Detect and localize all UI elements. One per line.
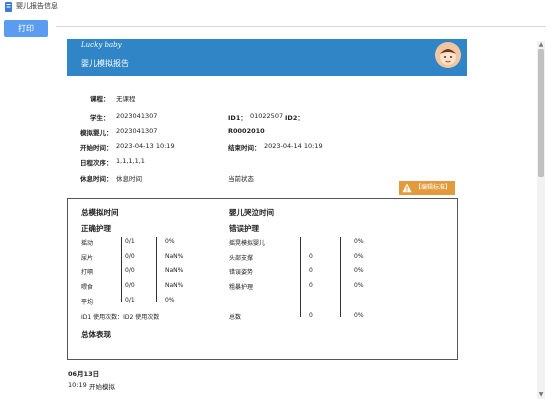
wrong-care-title: 错误护理 [229, 224, 259, 233]
student-value: 2023041307 [116, 112, 158, 120]
correct-row-count: 0/0 [125, 253, 135, 260]
total-time-title: 总模拟时间 [81, 208, 119, 217]
correct-row-pct: NaN% [165, 267, 184, 274]
baby-label: 模拟婴儿： [80, 129, 113, 137]
schedule-value: 1,1,1,1,1 [116, 157, 145, 165]
total-pct: 0% [354, 312, 364, 319]
rest-value: 休息时间 [116, 175, 142, 183]
log-entry-time: 10:19 [68, 381, 87, 389]
correct-row-name: 打嗝 [81, 269, 94, 276]
vertical-scrollbar[interactable]: ▲ ▼ [537, 41, 545, 399]
baby-value: 2023041307 [116, 127, 158, 135]
correct-row-name: 喂食 [81, 284, 94, 291]
correct-divider-2 [156, 237, 157, 302]
baby-code: R0002010 [228, 127, 265, 135]
wrong-row-name: 粗暴护理 [229, 284, 254, 291]
correct-row-pct: 0% [165, 297, 175, 304]
schedule-label: 日程次序： [80, 159, 113, 167]
correct-row-count: 0/0 [125, 282, 135, 289]
correct-care-title: 正确护理 [81, 224, 111, 233]
end-label: 结束时间： [228, 144, 261, 152]
cry-time-title: 婴儿哭泣时间 [229, 208, 274, 217]
correct-row-pct: NaN% [165, 253, 184, 260]
wrong-row-pct: 0% [354, 253, 364, 260]
start-value: 2023-04-13 10:19 [116, 142, 175, 150]
course-label: 课程： [90, 95, 110, 103]
wrong-row-name: 头部支撑 [229, 255, 254, 262]
wrong-divider-2 [340, 237, 341, 317]
course-value: 无课程 [116, 95, 136, 103]
correct-row-name: 尿片 [81, 255, 94, 262]
total-count: 0 [309, 312, 313, 319]
end-value: 2023-04-14 10:19 [264, 142, 323, 150]
wrong-row-pct: 0% [354, 267, 364, 274]
student-label: 学生： [90, 114, 110, 122]
print-button[interactable]: 打印 [4, 20, 48, 37]
correct-divider-1 [121, 237, 122, 302]
logo: Lucky baby [81, 41, 122, 49]
report-frame[interactable]: Lucky baby 婴儿模拟报告 课程： 无课程 学生： 2023041307… [56, 26, 546, 399]
wrong-row-pct: 0% [354, 282, 364, 289]
id1-label: ID1： [228, 114, 247, 122]
edit-standard-label: 【编辑标准】 [415, 184, 452, 191]
id2-label: ID2： [285, 114, 304, 122]
scroll-down-arrow-icon[interactable]: ▼ [537, 391, 545, 399]
wrong-divider-1 [300, 237, 301, 317]
app-icon [5, 2, 12, 12]
wrong-row-count: 0 [309, 282, 313, 289]
title-bar: 婴儿报告信息 [0, 0, 553, 14]
id1-value: 01022507 [250, 112, 284, 120]
wrong-row-count: 0 [309, 267, 313, 274]
report-title: 婴儿模拟报告 [81, 59, 129, 68]
correct-row-count: 0/1 [125, 297, 135, 304]
correct-row-pct: NaN% [165, 282, 184, 289]
log-date: 06月13日 [68, 370, 100, 378]
correct-row-count: 0/0 [125, 267, 135, 274]
rest-label: 休息时间： [80, 175, 113, 183]
report-header: Lucky baby 婴儿模拟报告 [67, 39, 467, 76]
wrong-row-pct: 0% [354, 238, 364, 245]
baby-avatar [435, 42, 461, 68]
wrong-row-count: 0 [309, 253, 313, 260]
wrong-row-name: 摇晃模拟婴儿 [229, 240, 266, 247]
summary-box: 总模拟时间 婴儿哭泣时间 正确护理 错误护理 摇动 0/1 0% 尿片 0/0 … [67, 198, 458, 360]
id-usage-text: ID1 使用次数：ID2 使用次数 [81, 314, 160, 321]
correct-row-count: 0/1 [125, 238, 135, 245]
wrong-row-name: 错误姿势 [229, 269, 254, 276]
total-label: 总数 [229, 314, 242, 321]
correct-row-name: 摇动 [81, 240, 94, 247]
scroll-thumb[interactable] [538, 49, 544, 177]
correct-row-pct: 0% [165, 238, 175, 245]
status-label: 当前状态 [228, 175, 254, 183]
log-entry-text: 开始模拟 [89, 383, 115, 391]
scroll-up-arrow-icon[interactable]: ▲ [537, 41, 545, 49]
start-label: 开始时间： [80, 144, 113, 152]
window-title: 婴儿报告信息 [16, 2, 58, 10]
overall-title: 总体表现 [81, 330, 111, 339]
edit-standard-button[interactable]: 【编辑标准】 [399, 181, 455, 195]
correct-row-name: 平均 [81, 299, 94, 306]
warning-icon [402, 183, 412, 193]
